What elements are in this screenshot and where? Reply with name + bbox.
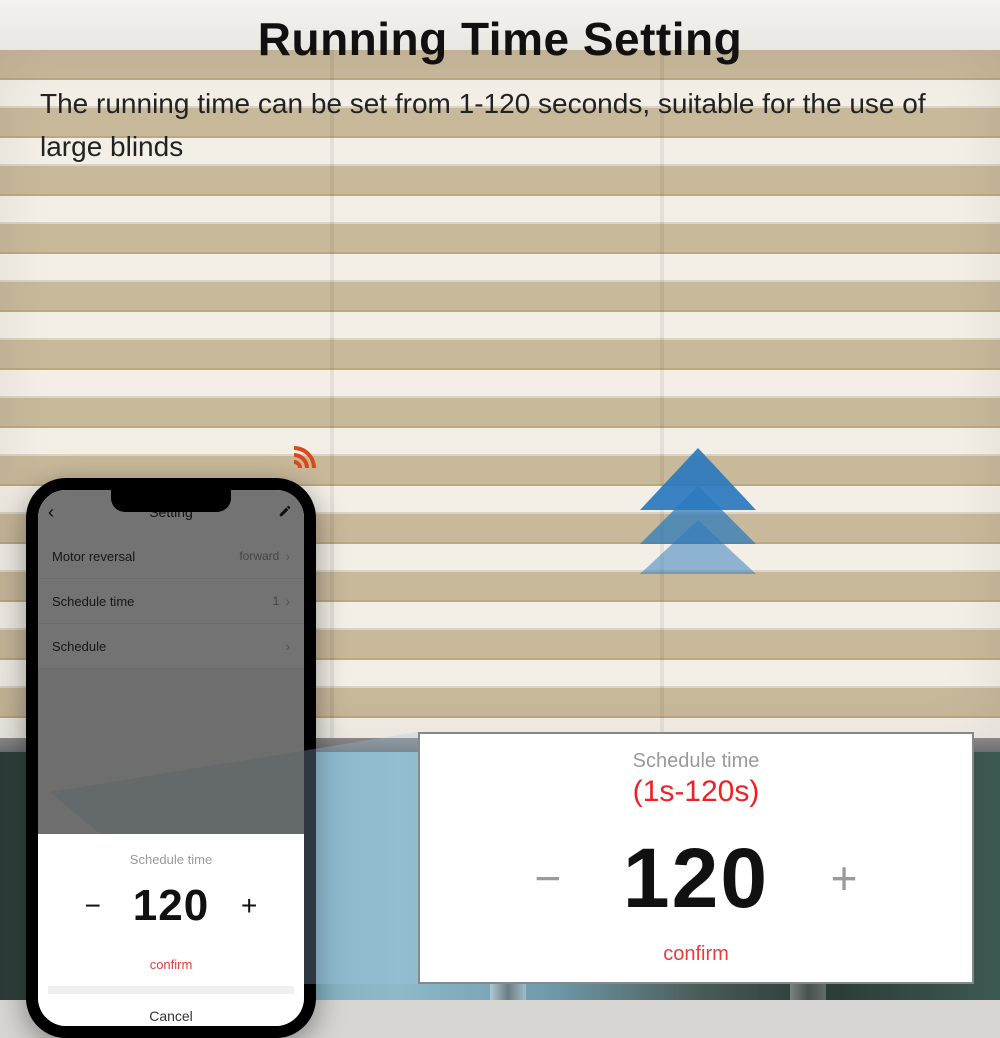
- page-title: Running Time Setting: [0, 12, 1000, 66]
- phone-mockup: ‹ Setting Motor reversal forward › Sched…: [26, 478, 316, 1038]
- time-value: 120: [133, 881, 209, 931]
- zoom-title: Schedule time: [440, 750, 952, 773]
- schedule-time-sheet: Schedule time − 120 + confirm Cancel: [38, 834, 304, 1026]
- increment-button[interactable]: +: [231, 890, 267, 922]
- zoom-range-label: (1s-120s): [440, 775, 952, 809]
- increment-button[interactable]: +: [819, 851, 869, 905]
- phone-notch: [111, 490, 231, 512]
- decrement-button[interactable]: −: [523, 851, 573, 905]
- zoom-panel: Schedule time (1s-120s) − 120 + confirm: [418, 732, 974, 984]
- up-arrow-icon: [638, 448, 758, 574]
- zoom-stepper: − 120 +: [440, 813, 952, 943]
- cancel-button[interactable]: Cancel: [48, 986, 294, 1026]
- decrement-button[interactable]: −: [75, 890, 111, 922]
- zoom-time-value: 120: [623, 830, 769, 927]
- page-subtitle: The running time can be set from 1-120 s…: [40, 82, 960, 169]
- confirm-button[interactable]: confirm: [48, 947, 294, 986]
- confirm-button[interactable]: confirm: [440, 943, 952, 974]
- sheet-title: Schedule time: [48, 852, 294, 867]
- time-stepper: − 120 +: [48, 881, 294, 931]
